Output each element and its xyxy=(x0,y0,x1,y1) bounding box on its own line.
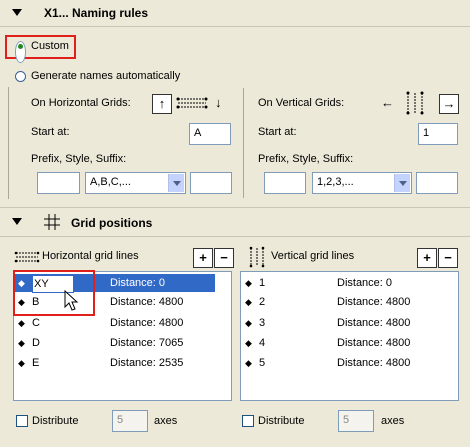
row-distance: Distance: 4800 xyxy=(337,357,411,369)
grid-positions-header[interactable]: Grid positions xyxy=(0,207,470,237)
vertical-distribute-checkbox[interactable] xyxy=(242,415,254,427)
list-item[interactable]: ◆ D Distance: 7065 xyxy=(15,334,215,352)
vertical-prefix-input[interactable] xyxy=(264,172,306,194)
arrow-right-button[interactable]: → xyxy=(439,94,459,114)
vertical-suffix-input[interactable] xyxy=(416,172,458,194)
vertical-distribute-label[interactable]: Distribute xyxy=(258,415,304,427)
horizontal-start-input[interactable]: A xyxy=(189,123,231,145)
horizontal-start-label: Start at: xyxy=(31,126,70,138)
horizontal-grid-lines-label: Horizontal grid lines xyxy=(42,250,139,262)
mouse-cursor-icon xyxy=(64,290,79,311)
vertical-grid-lines-label: Vertical grid lines xyxy=(271,250,355,262)
list-item[interactable]: ◆ E Distance: 2535 xyxy=(15,354,215,372)
vertical-start-input[interactable]: 1 xyxy=(418,123,458,145)
list-item[interactable]: ◆ 3 Distance: 4800 xyxy=(242,314,442,332)
panel-divider xyxy=(243,88,244,198)
arrow-down-icon[interactable]: ↓ xyxy=(215,95,222,110)
reorder-arrows-icon[interactable]: ◆ xyxy=(18,354,25,372)
row-name: 5 xyxy=(259,357,266,369)
row-distance: Distance: 4800 xyxy=(337,296,411,308)
remove-horizontal-button[interactable]: − xyxy=(214,248,234,268)
row-distance: Distance: 0 xyxy=(110,277,166,289)
row-distance: Distance: 4800 xyxy=(337,317,411,329)
list-item[interactable]: ◆ 4 Distance: 4800 xyxy=(242,334,442,352)
chevron-down-icon[interactable] xyxy=(394,174,410,192)
list-item[interactable]: ◆ 1 Distance: 0 xyxy=(242,274,442,292)
row-name: D xyxy=(32,337,40,349)
grid-positions-title: Grid positions xyxy=(71,216,153,230)
horizontal-distribute-checkbox[interactable] xyxy=(16,415,28,427)
arrow-left-icon[interactable]: ← xyxy=(381,95,394,110)
horizontal-suffix-input[interactable] xyxy=(190,172,232,194)
vertical-psuffix-label: Prefix, Style, Suffix: xyxy=(258,153,354,165)
chevron-down-icon[interactable] xyxy=(168,174,184,192)
horizontal-psuffix-label: Prefix, Style, Suffix: xyxy=(31,153,127,165)
rename-highlight xyxy=(13,270,95,316)
vertical-style-select[interactable]: 1,2,3,... xyxy=(312,172,412,194)
custom-radio[interactable] xyxy=(15,41,26,63)
row-distance: Distance: 2535 xyxy=(110,357,184,369)
horizontal-grid-icon xyxy=(14,251,40,263)
reorder-arrows-icon[interactable]: ◆ xyxy=(245,314,252,332)
row-name: 2 xyxy=(259,296,266,308)
row-name: E xyxy=(32,357,40,369)
collapse-triangle-icon[interactable] xyxy=(12,9,22,16)
vertical-style-value: 1,2,3,... xyxy=(317,176,354,188)
collapse-triangle-icon[interactable] xyxy=(12,218,22,225)
horizontal-axes-input[interactable]: 5 xyxy=(112,410,148,432)
horizontal-prefix-input[interactable] xyxy=(37,172,80,194)
add-vertical-button[interactable]: + xyxy=(417,248,437,268)
horizontal-axes-label: axes xyxy=(154,415,178,427)
list-item[interactable]: ◆ 2 Distance: 4800 xyxy=(242,293,442,311)
list-item[interactable]: ◆ 5 Distance: 4800 xyxy=(242,354,442,372)
row-name: C xyxy=(32,317,40,329)
add-horizontal-button[interactable]: + xyxy=(193,248,213,268)
horizontal-grids-label: On Horizontal Grids: xyxy=(31,97,131,109)
row-name: 1 xyxy=(259,277,266,289)
horizontal-grid-icon xyxy=(176,97,208,109)
generate-auto-label[interactable]: Generate names automatically xyxy=(31,70,180,82)
row-name: 3 xyxy=(259,317,266,329)
custom-label[interactable]: Custom xyxy=(31,40,69,52)
row-distance: Distance: 4800 xyxy=(110,296,184,308)
grid-positions-icon xyxy=(44,214,60,230)
naming-rules-header[interactable]: X1... Naming rules xyxy=(0,0,470,27)
arrow-right-icon: → xyxy=(442,96,456,111)
vertical-grid-list[interactable]: ◆ 1 Distance: 0 ◆ 2 Distance: 4800 ◆ 3 D… xyxy=(240,271,459,401)
vertical-grid-icon xyxy=(406,91,424,115)
generate-auto-radio[interactable] xyxy=(15,71,26,82)
list-item[interactable]: ◆ C Distance: 4800 xyxy=(15,314,215,332)
horizontal-style-select[interactable]: A,B,C,... xyxy=(85,172,186,194)
vertical-axes-label: axes xyxy=(381,415,405,427)
row-distance: Distance: 4800 xyxy=(110,317,184,329)
vertical-start-label: Start at: xyxy=(258,126,297,138)
vertical-grid-icon xyxy=(249,246,265,268)
reorder-arrows-icon[interactable]: ◆ xyxy=(18,314,25,332)
vertical-grids-label: On Vertical Grids: xyxy=(258,97,345,109)
reorder-arrows-icon[interactable]: ◆ xyxy=(245,334,252,352)
vertical-axes-input[interactable]: 5 xyxy=(338,410,374,432)
row-distance: Distance: 7065 xyxy=(110,337,184,349)
row-distance: Distance: 4800 xyxy=(337,337,411,349)
reorder-arrows-icon[interactable]: ◆ xyxy=(18,334,25,352)
horizontal-style-value: A,B,C,... xyxy=(90,176,131,188)
reorder-arrows-icon[interactable]: ◆ xyxy=(245,354,252,372)
arrow-up-icon: ↑ xyxy=(158,96,166,111)
arrow-up-button[interactable]: ↑ xyxy=(152,94,172,114)
remove-vertical-button[interactable]: − xyxy=(438,248,458,268)
naming-rules-title: X1... Naming rules xyxy=(44,6,149,20)
row-distance: Distance: 0 xyxy=(337,277,393,289)
reorder-arrows-icon[interactable]: ◆ xyxy=(245,293,252,311)
reorder-arrows-icon[interactable]: ◆ xyxy=(245,274,252,292)
horizontal-distribute-label[interactable]: Distribute xyxy=(32,415,78,427)
row-name: 4 xyxy=(259,337,266,349)
